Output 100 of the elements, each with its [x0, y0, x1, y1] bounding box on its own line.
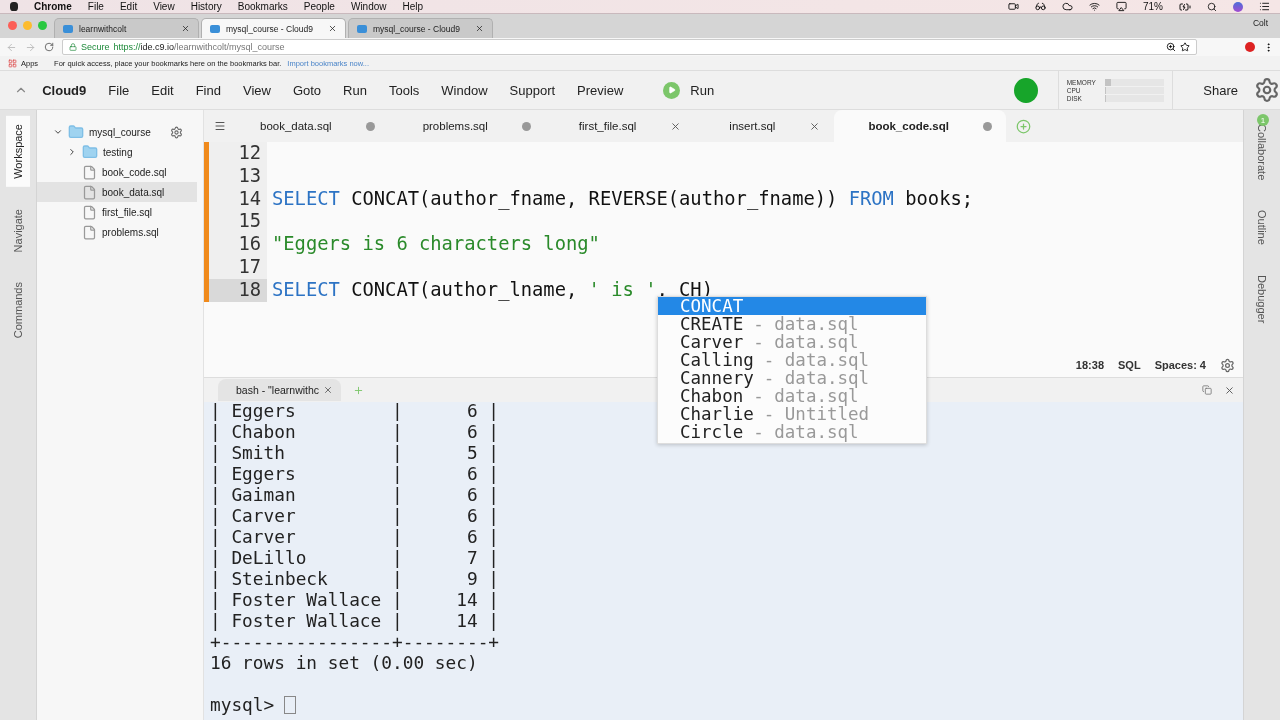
terminal-line: | Foster Wallace | 14 |: [210, 589, 500, 610]
panel-tab[interactable]: Navigate: [6, 200, 30, 261]
tree-label: mysql_course: [89, 126, 151, 138]
suggestion-item[interactable]: Calling - data.sql: [658, 351, 926, 369]
list-icon: [1259, 1, 1270, 12]
editor-tab[interactable]: book_code.sql: [834, 110, 1006, 142]
run-button[interactable]: Run: [663, 81, 715, 99]
terminal-line: 16 rows in set (0.00 sec): [210, 652, 478, 673]
close-window-icon[interactable]: [8, 21, 17, 30]
avatar[interactable]: [1014, 77, 1038, 103]
airplay-icon: [1116, 1, 1127, 12]
share-button[interactable]: Share: [1197, 81, 1244, 99]
line-number: 17: [204, 256, 267, 279]
menu-item[interactable]: Tools: [388, 82, 420, 98]
address-field[interactable]: Secure https://ide.c9.io/learnwithcolt/mysql_course: [62, 39, 1197, 55]
notification-badge: 1: [1257, 114, 1269, 126]
menu-item[interactable]: History: [190, 1, 222, 12]
suggestion-item[interactable]: Chabon - data.sql: [658, 387, 926, 405]
menu-item[interactable]: Cloud9: [42, 82, 87, 98]
menu-item[interactable]: Goto: [292, 82, 322, 98]
menu-item[interactable]: People: [303, 1, 335, 12]
suggestion-item[interactable]: Charlie - Untitled: [658, 405, 926, 423]
tree-label: testing: [103, 146, 133, 158]
menu-item[interactable]: File: [87, 1, 104, 12]
panel-tab[interactable]: Debugger: [1250, 267, 1274, 332]
folder-icon: [82, 144, 98, 160]
menu-item[interactable]: Find: [195, 82, 221, 98]
menu-item[interactable]: File: [108, 82, 130, 98]
maximize-window-icon[interactable]: [38, 21, 47, 30]
url-text: https://ide.c9.io/learnwithcolt/mysql_course: [113, 42, 285, 52]
cursor-position: 18:38: [1075, 359, 1104, 371]
editor-tab[interactable]: book_data.sql: [226, 110, 389, 142]
browser-tab[interactable]: learnwithcolt: [54, 18, 199, 38]
reload-icon: [44, 42, 54, 52]
browser-tab[interactable]: mysql_course - Cloud9: [348, 18, 493, 38]
terminal-line: | Steinbeck | 9 |: [210, 568, 500, 589]
video-icon: [1008, 1, 1019, 12]
menu-item[interactable]: Support: [509, 82, 556, 98]
panel-tab[interactable]: Commands: [6, 274, 30, 347]
settings-icon: [1254, 77, 1280, 103]
settings-icon: [169, 125, 183, 139]
restore-icon: [1202, 385, 1212, 395]
profile-name[interactable]: Colt: [1252, 18, 1268, 28]
menu-item[interactable]: Bookmarks: [237, 1, 288, 12]
tree-label: book_data.sql: [102, 186, 165, 198]
grid-icon[interactable]: [8, 58, 17, 68]
editor-tab[interactable]: first_file.sql: [544, 110, 696, 142]
indent-setting[interactable]: Spaces: 4: [1154, 359, 1206, 371]
menu-item[interactable]: Edit: [151, 82, 174, 98]
menu-item[interactable]: Run: [343, 82, 367, 98]
menu-item[interactable]: Window: [350, 1, 387, 12]
menu-item[interactable]: View: [242, 82, 271, 98]
close-icon: [328, 24, 337, 33]
tree-item[interactable]: first_file.sql: [37, 202, 197, 222]
menu-item[interactable]: Window: [441, 82, 488, 98]
line-number: 16: [204, 233, 267, 256]
suggestion-item[interactable]: Cannery - data.sql: [658, 369, 926, 387]
file-icon: [82, 184, 97, 200]
glasses-icon: [1035, 1, 1046, 12]
terminal-line: | Carver | 6 |: [210, 505, 500, 526]
preview-button[interactable]: Preview: [577, 82, 624, 98]
secure-label: Secure: [81, 42, 110, 52]
folder-icon: [68, 124, 84, 140]
add-icon: [353, 384, 365, 396]
battery-percentage: 71%: [1143, 1, 1163, 12]
add-tab-icon[interactable]: [1015, 118, 1031, 134]
editor-tab[interactable]: insert.sql: [695, 110, 835, 142]
tree-item[interactable]: testing: [37, 142, 197, 162]
suggestion-item[interactable]: CONCAT: [658, 297, 926, 315]
tree-item[interactable]: problems.sql: [37, 222, 197, 242]
panel-tab[interactable]: Collaborate 1: [1250, 116, 1274, 189]
suggestion-item[interactable]: Circle - data.sql: [658, 423, 926, 441]
terminal-line: | DeLillo | 7 |: [210, 547, 500, 568]
menu-item[interactable]: Edit: [119, 1, 138, 12]
close-icon: [475, 24, 484, 33]
siri-icon[interactable]: [1233, 1, 1243, 12]
tree-item[interactable]: mysql_course: [37, 122, 197, 142]
suggestion-item[interactable]: CREATE - data.sql: [658, 315, 926, 333]
suggestion-item[interactable]: Carver - data.sql: [658, 333, 926, 351]
wifi-icon: [1089, 1, 1100, 12]
adblock-icon[interactable]: [1245, 42, 1255, 52]
terminal-line: +----------------+--------+: [210, 631, 500, 652]
menu-item[interactable]: View: [153, 1, 175, 12]
terminal-tab[interactable]: bash - "learnwithc: [218, 379, 342, 401]
terminal-line: | Chabon | 6 |: [210, 421, 500, 442]
file-icon: [82, 164, 97, 180]
menu-item[interactable]: Chrome: [34, 1, 72, 12]
editor-tab[interactable]: problems.sql: [388, 110, 545, 142]
tree-label: book_code.sql: [102, 166, 167, 178]
close-icon: [181, 24, 190, 33]
terminal-line: | Carver | 6 |: [210, 526, 500, 547]
unsaved-dot: [521, 121, 531, 131]
code-line: SELECT CONCAT(author_fname, REVERSE(author_fname)) FROM books;: [271, 187, 974, 211]
tree-item[interactable]: book_data.sql: [37, 182, 197, 202]
panel-tab[interactable]: Workspace: [6, 116, 30, 187]
language-mode[interactable]: SQL: [1118, 359, 1141, 371]
panel-tab[interactable]: Outline: [1250, 202, 1274, 254]
menu-item[interactable]: Help: [402, 1, 424, 12]
tree-item[interactable]: book_code.sql: [37, 162, 197, 182]
browser-tab[interactable]: mysql_course - Cloud9: [201, 18, 346, 38]
